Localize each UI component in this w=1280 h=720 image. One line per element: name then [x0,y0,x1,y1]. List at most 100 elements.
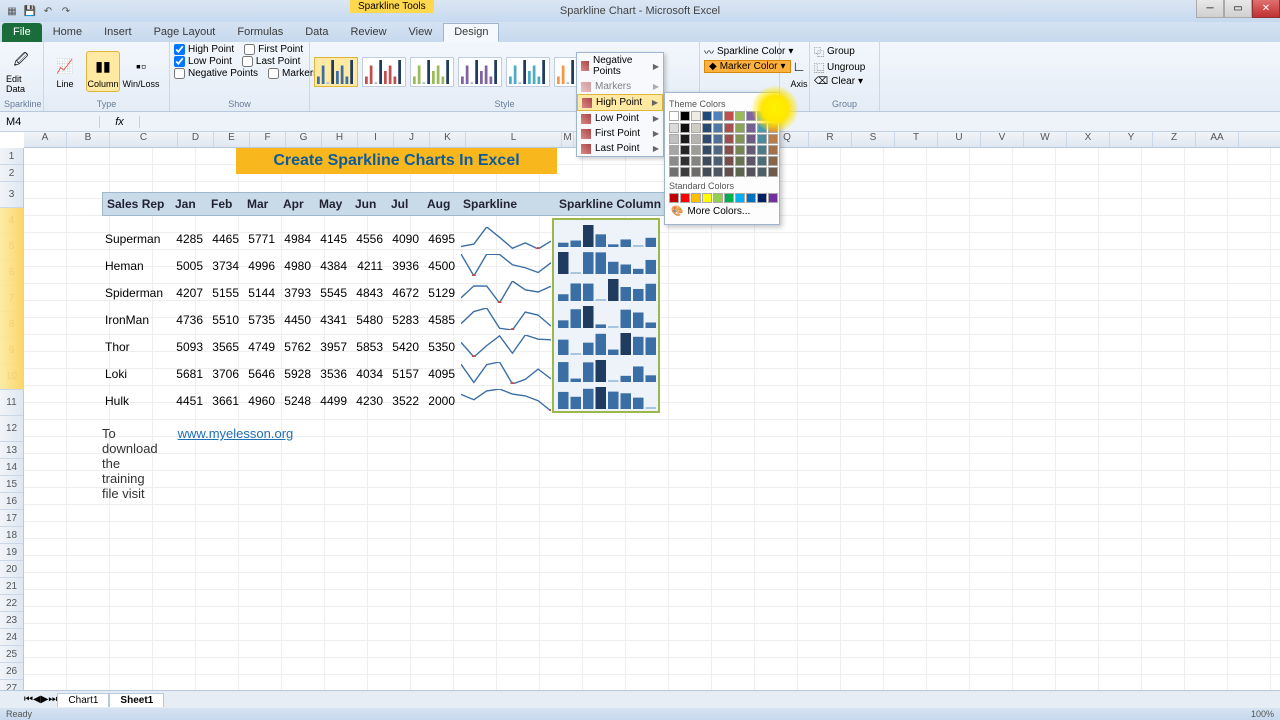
color-swatch[interactable] [735,111,745,121]
color-swatch[interactable] [724,134,734,144]
col-header-F[interactable]: F [250,132,286,147]
tab-review[interactable]: Review [339,23,397,42]
color-swatch[interactable] [757,123,767,133]
sheet-tab-sheet1[interactable]: Sheet1 [109,693,164,707]
color-swatch[interactable] [713,134,723,144]
col-header-U[interactable]: U [938,132,981,147]
color-swatch[interactable] [680,111,690,121]
type-column-button[interactable]: ▮▮Column [86,51,120,92]
col-header-H[interactable]: H [322,132,358,147]
row-header-23[interactable]: 23 [0,612,23,629]
col-header-I[interactable]: I [358,132,394,147]
color-swatch[interactable] [680,193,690,203]
col-header-R[interactable]: R [809,132,852,147]
color-swatch[interactable] [768,167,778,177]
style-swatch[interactable] [314,57,358,87]
standard-color-grid[interactable] [669,193,775,203]
color-swatch[interactable] [680,167,690,177]
color-swatch[interactable] [702,156,712,166]
color-swatch[interactable] [757,145,767,155]
row-header-18[interactable]: 18 [0,527,23,544]
color-swatch[interactable] [757,156,767,166]
color-swatch[interactable] [757,167,767,177]
color-swatch[interactable] [724,123,734,133]
color-swatch[interactable] [746,193,756,203]
color-swatch[interactable] [702,134,712,144]
row-header-1[interactable]: 1 [0,148,23,165]
minimize-button[interactable]: ─ [1196,0,1224,18]
theme-color-grid[interactable] [669,111,775,121]
color-swatch[interactable] [724,111,734,121]
col-header-K[interactable]: K [430,132,466,147]
color-swatch[interactable] [768,193,778,203]
color-swatch[interactable] [680,145,690,155]
color-swatch[interactable] [713,123,723,133]
style-swatch[interactable] [362,57,406,87]
color-swatch[interactable] [691,123,701,133]
check-first-point[interactable]: First Point [244,44,303,55]
color-swatch[interactable] [691,111,701,121]
col-header-L[interactable]: L [466,132,562,147]
color-swatch[interactable] [768,145,778,155]
col-header-Y[interactable]: Y [1110,132,1153,147]
ungroup-button[interactable]: ⿺Ungroup [814,60,865,75]
row-header-22[interactable]: 22 [0,595,23,612]
menu-first-point[interactable]: First Point▶ [577,126,663,141]
footnote-link[interactable]: www.myelesson.org [178,426,294,501]
color-swatch[interactable] [735,134,745,144]
color-swatch[interactable] [702,193,712,203]
fx-label[interactable]: fx [100,116,140,128]
col-header-M[interactable]: M [562,132,574,147]
name-box[interactable]: M4 [0,116,100,128]
menu-last-point[interactable]: Last Point▶ [577,141,663,156]
col-header-Z[interactable]: Z [1153,132,1196,147]
row-header-13[interactable]: 13 [0,442,23,459]
color-swatch[interactable] [735,156,745,166]
color-swatch[interactable] [768,156,778,166]
row-header-15[interactable]: 15 [0,476,23,493]
color-swatch[interactable] [735,123,745,133]
color-swatch[interactable] [746,111,756,121]
color-swatch[interactable] [746,156,756,166]
more-colors-button[interactable]: 🎨More Colors... [669,203,775,220]
col-header-T[interactable]: T [895,132,938,147]
tab-view[interactable]: View [398,23,444,42]
menu-markers[interactable]: Markers▶ [577,79,663,94]
color-swatch[interactable] [735,145,745,155]
tab-home[interactable]: Home [42,23,93,42]
color-swatch[interactable] [669,156,679,166]
worksheet-grid[interactable]: ABCDEFGHIJKLMNOPQRSTUVWXYZAA 12345678910… [0,132,1280,700]
color-swatch[interactable] [669,193,679,203]
sheet-tab-chart1[interactable]: Chart1 [57,693,109,707]
col-header-X[interactable]: X [1067,132,1110,147]
color-swatch[interactable] [768,111,778,121]
col-header-G[interactable]: G [286,132,322,147]
col-header-S[interactable]: S [852,132,895,147]
color-swatch[interactable] [746,123,756,133]
color-swatch[interactable] [713,145,723,155]
color-swatch[interactable] [691,134,701,144]
save-icon[interactable]: 💾 [22,3,38,19]
tab-formulas[interactable]: Formulas [226,23,294,42]
row-header-24[interactable]: 24 [0,629,23,646]
color-swatch[interactable] [724,167,734,177]
color-picker[interactable]: Theme Colors Standard Colors 🎨More Color… [664,92,780,225]
sheet-tab-bar[interactable]: ⏮ ◀ ▶ ⏭ Chart1 Sheet1 [0,690,1280,708]
col-header-B[interactable]: B [67,132,110,147]
type-line-button[interactable]: 📈Line [48,52,82,91]
col-header-V[interactable]: V [981,132,1024,147]
color-swatch[interactable] [757,134,767,144]
tab-data[interactable]: Data [294,23,339,42]
clear-button[interactable]: ⌫Clear ▾ [814,76,863,87]
redo-icon[interactable]: ↷ [58,3,74,19]
color-swatch[interactable] [757,111,767,121]
row-headers[interactable]: 1234567891011121314151617181920212223242… [0,148,24,700]
style-swatch[interactable] [410,57,454,87]
marker-color-menu[interactable]: Negative Points▶ Markers▶ High Point▶ Lo… [576,52,664,157]
edit-data-button[interactable]: 🖉Edit Data [4,47,38,96]
sheet-nav-prev-icon[interactable]: ◀ [33,694,41,705]
col-header-C[interactable]: C [110,132,178,147]
undo-icon[interactable]: ↶ [40,3,56,19]
color-swatch[interactable] [680,134,690,144]
color-swatch[interactable] [702,111,712,121]
